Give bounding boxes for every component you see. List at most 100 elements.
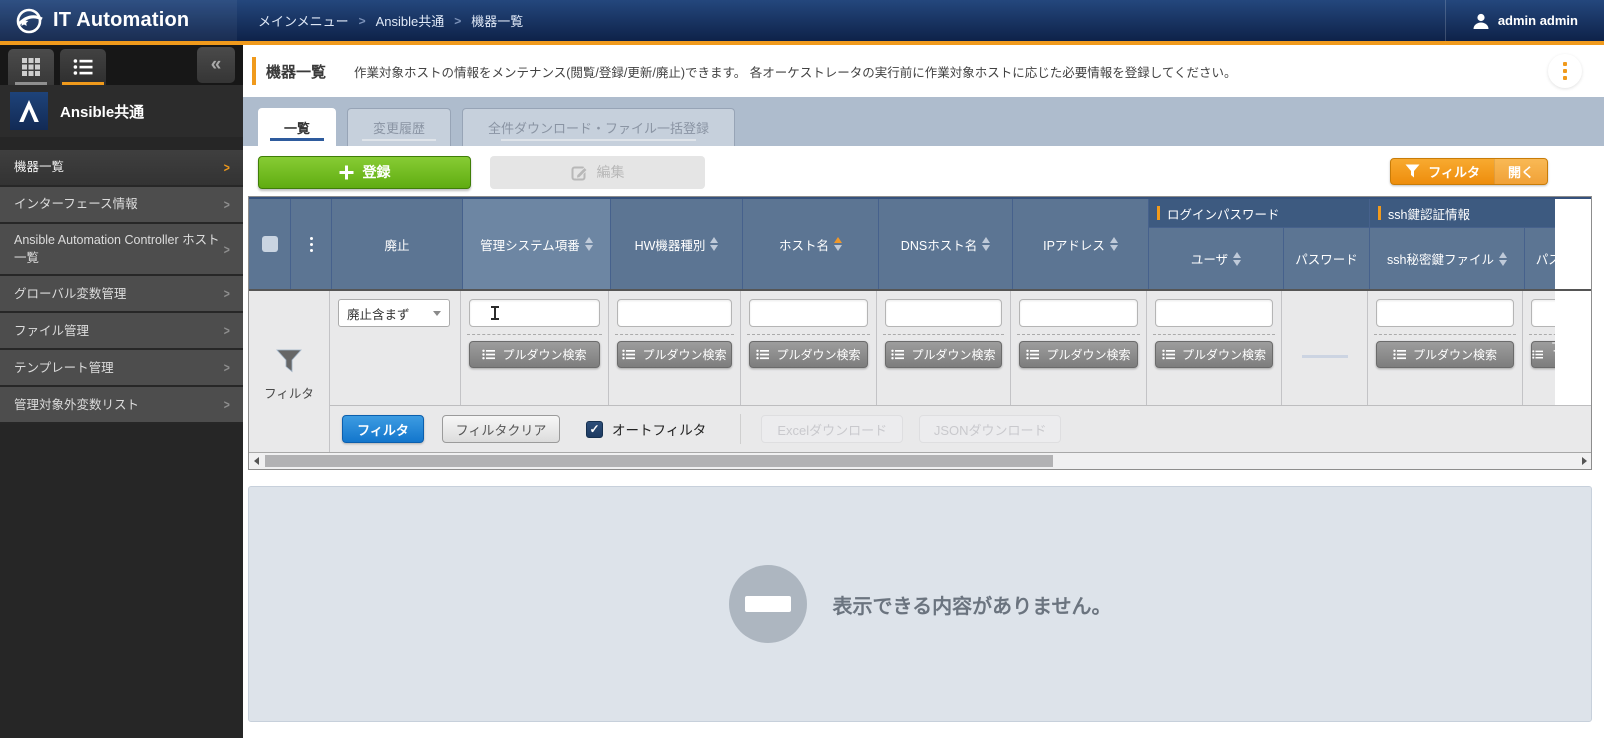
column-header-label: 管理システム項番	[480, 235, 580, 254]
sidebar-collapse-button[interactable]: «	[197, 47, 235, 83]
column-header[interactable]: HW機器種別	[611, 199, 743, 289]
filter-cell-label: フィルタ	[264, 383, 314, 402]
page-header: 機器一覧 作業対象ホストの情報をメンテナンス(閲覧/登録/更新/廃止)できます。…	[243, 45, 1604, 97]
column-header-label: パスフレーズ	[1536, 249, 1555, 268]
column-header[interactable]: パスワード	[1284, 228, 1370, 289]
filter-text-input[interactable]	[1019, 299, 1138, 327]
main-area: 機器一覧 作業対象ホストの情報をメンテナンス(閲覧/登録/更新/廃止)できます。…	[243, 45, 1604, 738]
pulldown-search-label: プルダウン検索	[911, 346, 995, 363]
user-name: admin admin	[1498, 13, 1578, 28]
pulldown-search-label: プルダウン検索	[1413, 346, 1497, 363]
tab-menu-grid[interactable]	[8, 49, 54, 85]
page-menu-button[interactable]	[1548, 54, 1582, 88]
pulldown-search-button[interactable]: プルダウン検索	[1155, 341, 1273, 368]
column-header[interactable]: 廃止	[332, 199, 463, 289]
list-icon	[622, 349, 635, 360]
filter-text-input[interactable]	[1155, 299, 1273, 327]
column-header-label: パスワード	[1295, 249, 1358, 268]
scroll-left-arrow-icon[interactable]	[249, 453, 263, 469]
breadcrumb-item[interactable]: 機器一覧	[471, 11, 523, 30]
checkbox-checked-icon[interactable]: ✓	[586, 421, 603, 438]
select-all-checkbox[interactable]	[249, 199, 291, 289]
breadcrumb-item[interactable]: メインメニュー	[258, 11, 349, 30]
column-header-label: IPアドレス	[1043, 235, 1105, 254]
pulldown-search-label: プルダウン検索	[642, 346, 726, 363]
pulldown-search-button[interactable]: プルダウン検索	[469, 341, 600, 368]
pulldown-search-button[interactable]: プルダウン検索	[749, 341, 868, 368]
sidebar-item[interactable]: インターフェース情報>	[0, 187, 243, 224]
register-button[interactable]: 登録	[258, 156, 471, 189]
sidebar-item[interactable]: ファイル管理>	[0, 313, 243, 350]
chevron-right-icon: >	[224, 286, 230, 301]
filter-clear-button[interactable]: フィルタクリア	[442, 415, 560, 443]
column-header[interactable]: IPアドレス	[1013, 199, 1149, 289]
workspace-title: Ansible共通	[60, 101, 144, 122]
edit-button[interactable]: 編集	[490, 156, 705, 189]
json-download-button[interactable]: JSONダウンロード	[919, 415, 1061, 443]
list-icon	[1026, 349, 1039, 360]
pulldown-search-button[interactable]: プルダウン検索	[1531, 341, 1555, 368]
tab[interactable]: 変更履歴	[347, 108, 451, 146]
filter-text-input[interactable]	[617, 299, 732, 327]
row-menu-column-header[interactable]	[291, 199, 332, 289]
filter-run-button[interactable]: フィルタ	[342, 415, 424, 443]
column-header[interactable]: パスフレーズ	[1525, 228, 1555, 289]
list-icon	[891, 349, 904, 360]
app-logo[interactable]: IT Automation	[0, 0, 237, 41]
sidebar-item[interactable]: グローバル変数管理>	[0, 276, 243, 313]
sidebar-item[interactable]: 機器一覧>	[0, 150, 243, 187]
filter-text-input[interactable]	[749, 299, 868, 327]
pulldown-search-button[interactable]: プルダウン検索	[1376, 341, 1514, 368]
column-header-label: DNSホスト名	[901, 235, 977, 254]
action-toolbar: 登録 編集 フィルタ 開く	[243, 146, 1604, 196]
sidebar-item[interactable]: 管理対象外変数リスト>	[0, 387, 243, 424]
autofilter-toggle[interactable]: ✓ オートフィルタ	[586, 419, 706, 439]
pulldown-search-button[interactable]: プルダウン検索	[1019, 341, 1138, 368]
checkbox-icon[interactable]	[262, 236, 278, 252]
sidebar-item[interactable]: テンプレート管理>	[0, 350, 243, 387]
tab[interactable]: 一覧	[258, 108, 336, 146]
filter-text-input[interactable]	[469, 299, 600, 327]
breadcrumb-item[interactable]: Ansible共通	[376, 11, 445, 30]
column-header[interactable]: ホスト名	[743, 199, 879, 289]
app-title: IT Automation	[53, 9, 189, 32]
column-header[interactable]: 管理システム項番	[463, 199, 611, 289]
filter-row-label-cell: フィルタ	[249, 291, 330, 452]
column-header[interactable]: ユーザ	[1149, 228, 1284, 289]
filter-text-input[interactable]	[1531, 299, 1555, 327]
plus-icon	[339, 165, 354, 180]
horizontal-scrollbar[interactable]	[249, 452, 1591, 469]
page-description: 作業対象ホストの情報をメンテナンス(閲覧/登録/更新/廃止)できます。 各オーケ…	[354, 62, 1236, 81]
discard-filter-select[interactable]: 廃止含まず	[338, 299, 450, 327]
scrollbar-track[interactable]	[263, 453, 1577, 470]
breadcrumb-separator-icon: >	[454, 14, 461, 28]
divider	[883, 334, 1004, 335]
column-header[interactable]: ssh秘密鍵ファイル	[1370, 228, 1525, 289]
filter-open-label[interactable]: 開く	[1494, 159, 1547, 184]
pulldown-search-button[interactable]: プルダウン検索	[885, 341, 1002, 368]
user-menu[interactable]: admin admin	[1445, 0, 1604, 41]
filter-open-button[interactable]: フィルタ 開く	[1390, 158, 1548, 185]
not-filterable-dash	[1302, 355, 1348, 358]
column-group-label: ssh鍵認証情報	[1388, 204, 1470, 223]
list-icon	[73, 58, 93, 76]
data-grid: 廃止管理システム項番HW機器種別ホスト名DNSホスト名IPアドレスログインパスワ…	[248, 196, 1592, 470]
tab[interactable]: 全件ダウンロード・ファイル一括登録	[462, 108, 735, 146]
column-header[interactable]: DNSホスト名	[879, 199, 1013, 289]
sidebar-item-label: グローバル変数管理	[14, 285, 223, 303]
filter-text-input[interactable]	[885, 299, 1002, 327]
empty-state-message: 表示できる内容がありません。	[833, 590, 1112, 619]
filter-cell: プルダウン検索	[1011, 291, 1147, 405]
no-content-icon	[729, 565, 807, 643]
tab-menu-list[interactable]	[60, 49, 106, 85]
column-header-label: 廃止	[384, 235, 409, 254]
pulldown-search-button[interactable]: プルダウン検索	[617, 341, 732, 368]
filter-text-input[interactable]	[1376, 299, 1514, 327]
filter-cell: プルダウン検索	[741, 291, 877, 405]
scrollbar-thumb[interactable]	[265, 455, 1053, 467]
sidebar-item[interactable]: Ansible Automation Controller ホスト一覧>	[0, 224, 243, 276]
tab-label: 全件ダウンロード・ファイル一括登録	[488, 118, 709, 137]
excel-download-button[interactable]: Excelダウンロード	[761, 415, 903, 443]
column-header-label: ホスト名	[779, 235, 829, 254]
scroll-right-arrow-icon[interactable]	[1577, 453, 1591, 469]
